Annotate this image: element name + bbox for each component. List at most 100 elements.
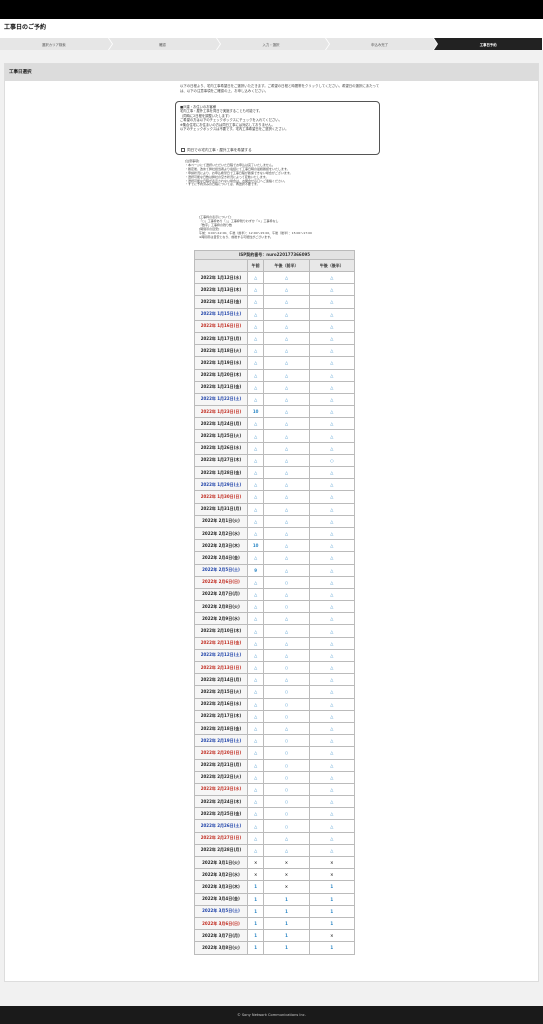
- slot-cell-am[interactable]: △: [246, 417, 265, 431]
- slot-cell-pm2[interactable]: △: [308, 490, 356, 504]
- slot-cell-pm2[interactable]: △: [308, 673, 356, 687]
- slot-cell-am[interactable]: △: [246, 368, 265, 382]
- slot-cell-am[interactable]: 10: [246, 539, 265, 553]
- slot-cell-pm2[interactable]: △: [308, 563, 356, 577]
- slot-cell-pm1[interactable]: △: [263, 344, 310, 358]
- slot-cell-pm1[interactable]: ○: [263, 660, 310, 675]
- slot-cell-am[interactable]: △: [246, 660, 265, 675]
- slot-cell-am[interactable]: △: [246, 307, 265, 321]
- slot-cell-pm2[interactable]: △: [308, 697, 356, 711]
- slot-cell-am[interactable]: 1: [246, 892, 265, 906]
- slot-cell-pm1[interactable]: 1: [263, 904, 310, 918]
- slot-cell-am[interactable]: △: [246, 819, 265, 833]
- slot-cell-pm1[interactable]: △: [263, 612, 310, 626]
- slot-cell-am[interactable]: 1: [246, 941, 265, 955]
- slot-cell-am[interactable]: △: [246, 600, 265, 614]
- slot-cell-pm2[interactable]: △: [308, 819, 356, 833]
- slot-cell-pm2[interactable]: △: [308, 307, 356, 321]
- slot-cell-pm1[interactable]: △: [263, 539, 310, 553]
- slot-cell-am[interactable]: △: [246, 758, 265, 772]
- slot-cell-pm1[interactable]: △: [263, 526, 310, 541]
- slot-cell-pm1[interactable]: △: [263, 502, 310, 516]
- slot-cell-pm1[interactable]: △: [263, 417, 310, 431]
- slot-cell-pm2[interactable]: △: [308, 795, 356, 809]
- slot-cell-pm1[interactable]: △: [263, 380, 310, 394]
- slot-cell-am[interactable]: △: [246, 478, 265, 492]
- slot-cell-pm2[interactable]: △: [308, 283, 356, 297]
- slot-cell-pm2[interactable]: 1: [308, 904, 356, 918]
- slot-cell-am[interactable]: 1: [246, 929, 265, 943]
- slot-cell-pm2[interactable]: △: [308, 648, 356, 663]
- slot-cell-pm1[interactable]: 1: [263, 941, 310, 955]
- slot-cell-pm2[interactable]: △: [308, 758, 356, 772]
- slot-cell-pm1[interactable]: △: [263, 319, 310, 333]
- slot-cell-pm2[interactable]: 1: [308, 880, 356, 894]
- slot-cell-am[interactable]: 10: [246, 405, 265, 419]
- slot-cell-pm2[interactable]: △: [308, 612, 356, 626]
- slot-cell-pm1[interactable]: △: [263, 624, 310, 638]
- slot-cell-pm2[interactable]: △: [308, 514, 356, 528]
- slot-cell-am[interactable]: △: [246, 587, 265, 602]
- slot-cell-pm1[interactable]: ○: [263, 819, 310, 833]
- slot-cell-am[interactable]: △: [246, 392, 265, 407]
- slot-cell-pm2[interactable]: △: [308, 843, 356, 858]
- slot-cell-am[interactable]: △: [246, 465, 265, 480]
- slot-cell-am[interactable]: △: [246, 441, 265, 455]
- slot-cell-pm2[interactable]: △: [308, 600, 356, 614]
- slot-cell-am[interactable]: △: [246, 319, 265, 333]
- slot-cell-am[interactable]: △: [246, 453, 265, 468]
- slot-cell-pm2[interactable]: △: [308, 539, 356, 553]
- slot-cell-pm2[interactable]: △: [308, 478, 356, 492]
- slot-cell-pm2[interactable]: △: [308, 831, 356, 845]
- slot-cell-pm1[interactable]: △: [263, 295, 310, 309]
- slot-cell-pm1[interactable]: △: [263, 441, 310, 455]
- slot-cell-am[interactable]: △: [246, 697, 265, 711]
- slot-cell-pm1[interactable]: ○: [263, 697, 310, 711]
- slot-cell-pm1[interactable]: ○: [263, 758, 310, 772]
- slot-cell-am[interactable]: △: [246, 575, 265, 589]
- slot-cell-am[interactable]: △: [246, 344, 265, 358]
- slot-cell-pm1[interactable]: ○: [263, 782, 310, 797]
- slot-cell-pm1[interactable]: △: [263, 721, 310, 736]
- slot-cell-am[interactable]: △: [246, 770, 265, 784]
- slot-cell-pm2[interactable]: △: [308, 502, 356, 516]
- slot-cell-pm1[interactable]: ○: [263, 685, 310, 699]
- slot-cell-am[interactable]: 1: [246, 904, 265, 918]
- slot-cell-pm2[interactable]: △: [308, 417, 356, 431]
- slot-cell-pm1[interactable]: ○: [263, 575, 310, 589]
- checkbox-square[interactable]: [181, 148, 185, 153]
- slot-cell-pm1[interactable]: △: [263, 831, 310, 845]
- slot-cell-pm2[interactable]: △: [308, 551, 356, 565]
- slot-cell-am[interactable]: △: [246, 782, 265, 797]
- slot-cell-pm1[interactable]: ○: [263, 795, 310, 809]
- slot-cell-pm1[interactable]: ○: [263, 770, 310, 784]
- slot-cell-pm2[interactable]: △: [308, 685, 356, 699]
- slot-cell-pm2[interactable]: △: [308, 770, 356, 784]
- slot-cell-am[interactable]: △: [246, 636, 265, 650]
- slot-cell-pm2[interactable]: △: [308, 526, 356, 541]
- slot-cell-pm2[interactable]: 1: [308, 916, 356, 931]
- slot-cell-pm1[interactable]: △: [263, 465, 310, 480]
- slot-cell-pm1[interactable]: △: [263, 843, 310, 858]
- slot-cell-pm1[interactable]: ○: [263, 807, 310, 821]
- slot-cell-pm2[interactable]: △: [308, 319, 356, 333]
- slot-cell-pm1[interactable]: △: [263, 392, 310, 407]
- slot-cell-pm2[interactable]: △: [308, 807, 356, 821]
- same-day-checkbox[interactable]: 同日での宅内工事・屋外工事を希望する: [181, 148, 252, 153]
- slot-cell-am[interactable]: △: [246, 356, 265, 370]
- slot-cell-am[interactable]: △: [246, 795, 265, 809]
- slot-cell-pm1[interactable]: △: [263, 636, 310, 650]
- slot-cell-am[interactable]: △: [246, 673, 265, 687]
- slot-cell-pm2[interactable]: △: [308, 465, 356, 480]
- slot-cell-pm2[interactable]: △: [308, 270, 356, 285]
- slot-cell-am[interactable]: △: [246, 721, 265, 736]
- slot-cell-am[interactable]: 9: [246, 563, 265, 577]
- slot-cell-pm2[interactable]: △: [308, 587, 356, 602]
- slot-cell-am[interactable]: 1: [246, 916, 265, 931]
- slot-cell-pm1[interactable]: △: [263, 648, 310, 663]
- slot-cell-pm1[interactable]: △: [263, 563, 310, 577]
- slot-cell-am[interactable]: △: [246, 807, 265, 821]
- slot-cell-am[interactable]: △: [246, 624, 265, 638]
- slot-cell-pm2[interactable]: ○: [308, 453, 356, 468]
- slot-cell-pm2[interactable]: △: [308, 624, 356, 638]
